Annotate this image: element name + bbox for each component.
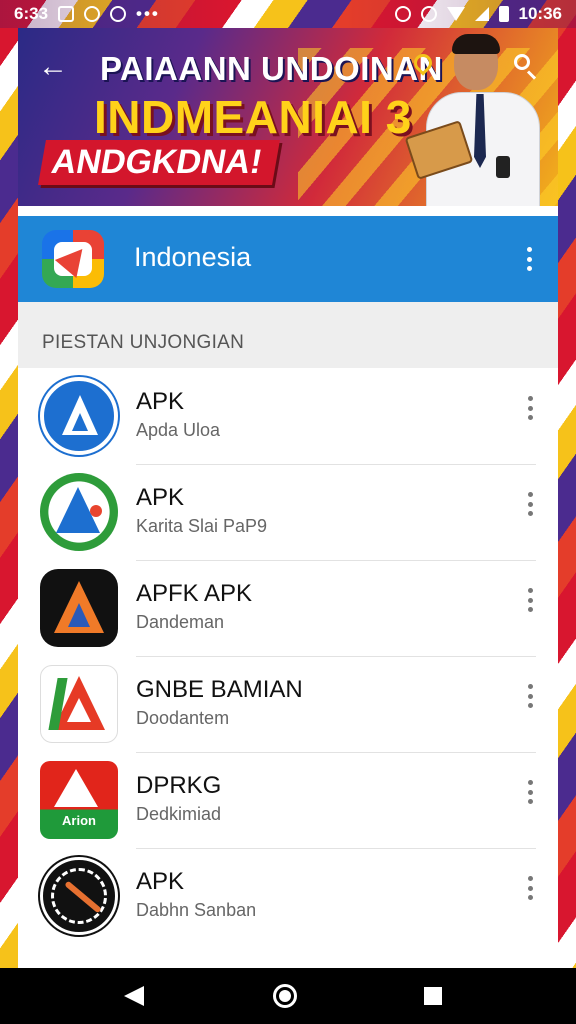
orange-a-icon xyxy=(40,569,118,647)
country-menu-icon[interactable] xyxy=(524,245,534,273)
app-name: DPRKG xyxy=(136,772,222,799)
list-item[interactable]: APK Karita Slai PaP9 xyxy=(18,464,558,560)
country-header[interactable]: Indonesia xyxy=(18,216,558,302)
country-logo-icon xyxy=(42,230,104,288)
red-green-a-icon: Arion xyxy=(40,761,118,839)
more-options-icon[interactable] xyxy=(525,778,535,806)
more-options-icon[interactable] xyxy=(525,682,535,710)
alarm-icon xyxy=(420,6,437,22)
more-options-icon[interactable] xyxy=(525,490,535,518)
app-subtitle: Karita Slai PaP9 xyxy=(136,516,268,536)
app-subtitle: Dedkimiad xyxy=(136,804,222,824)
notification-icon xyxy=(110,6,127,22)
signal-icon xyxy=(474,7,489,21)
list-item[interactable]: GNBE BAMIAN Doodantem xyxy=(18,656,558,752)
more-options-icon[interactable] xyxy=(525,586,535,614)
list-item[interactable]: APFK APK Dandeman xyxy=(18,560,558,656)
clock-left: 6:33 xyxy=(14,4,49,23)
banner-headline: PAIAANN UNDOINAN xyxy=(100,50,443,87)
nav-back-icon[interactable] xyxy=(124,986,144,1006)
app-icon-label: Arion xyxy=(62,813,96,828)
app-subtitle: Doodantem xyxy=(136,708,230,728)
banner-tagline: ANDGKDNA! xyxy=(38,140,280,185)
app-name: APFK APK xyxy=(136,580,253,607)
app-name: APK xyxy=(136,868,185,895)
app-name: APK xyxy=(136,484,185,511)
app-subtitle: Apda Uloa xyxy=(136,420,221,440)
app-subtitle: Dandeman xyxy=(136,612,225,632)
app-list: APK Apda Uloa APK Karita Slai PaP9 APFK … xyxy=(18,368,558,944)
section-header: PIESTAN UNJONGIAN xyxy=(18,302,558,368)
system-nav-bar xyxy=(0,968,576,1024)
list-item[interactable]: Arion DPRKG Dedkimiad xyxy=(18,752,558,848)
nav-home-icon[interactable] xyxy=(273,984,297,1008)
list-item[interactable]: APK Apda Uloa xyxy=(18,368,558,464)
green-star-a-icon xyxy=(40,473,118,551)
promo-banner: ← PAIAANN UNDOINAN INDMEANIAI 3 ANDGKDNA… xyxy=(18,28,558,206)
shield-a-icon xyxy=(40,377,118,455)
red-a-icon xyxy=(40,665,118,743)
nav-recents-icon[interactable] xyxy=(424,987,442,1005)
back-arrow-icon[interactable]: ← xyxy=(36,50,70,84)
more-notifications-icon: ••• xyxy=(136,4,160,23)
list-item[interactable]: APK Dabhn Sanban xyxy=(18,848,558,944)
section-title: PIESTAN UNJONGIAN xyxy=(42,332,245,353)
app-name: GNBE BAMIAN xyxy=(136,676,303,703)
more-options-icon[interactable] xyxy=(525,394,535,422)
banner-title: INDMEANIAI 3 xyxy=(94,91,412,143)
app-name: APK xyxy=(136,388,185,415)
app-card: ← PAIAANN UNDOINAN INDMEANIAI 3 ANDGKDNA… xyxy=(18,28,558,968)
sync-icon xyxy=(84,6,101,22)
wifi-icon xyxy=(446,7,465,21)
presenter-illustration xyxy=(404,34,558,206)
gallery-icon xyxy=(58,6,75,22)
compass-icon xyxy=(40,857,118,935)
more-options-icon[interactable] xyxy=(525,874,535,902)
country-title: Indonesia xyxy=(134,242,252,272)
status-bar: 6:33 ••• 10:36 xyxy=(0,0,576,28)
battery-icon xyxy=(498,6,509,22)
app-subtitle: Dabhn Sanban xyxy=(136,900,257,920)
clock-right: 10:36 xyxy=(518,4,562,23)
vibrate-icon xyxy=(394,6,411,22)
